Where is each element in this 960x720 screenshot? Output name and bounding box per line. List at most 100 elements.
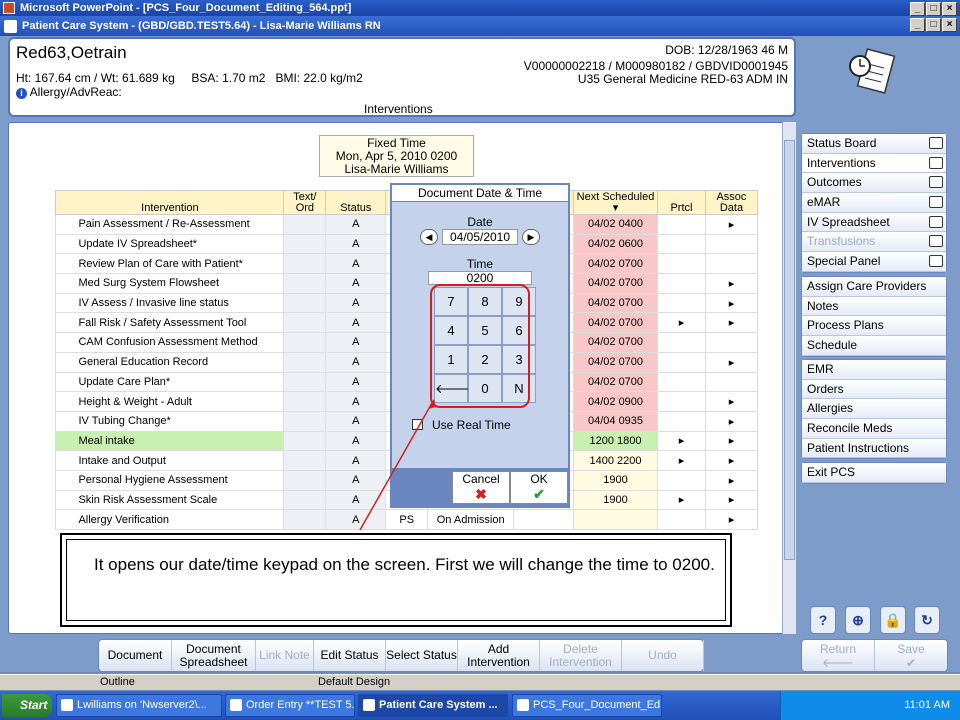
assoc-data-cell[interactable] (704, 253, 759, 275)
col-intervention[interactable]: Intervention (55, 190, 285, 215)
restore-button[interactable]: □ (926, 2, 941, 16)
intervention-name[interactable]: Height & Weight - Adult (55, 391, 285, 412)
intervention-name[interactable]: Med Surg System Flowsheet (55, 273, 285, 294)
info-icon[interactable]: i (16, 88, 27, 99)
intervention-name[interactable]: Personal Hygiene Assessment (55, 469, 285, 491)
prtcl-cell[interactable] (656, 469, 706, 491)
nav-reconcile-meds[interactable]: Reconcile Meds (802, 419, 946, 439)
help-button[interactable]: ? (810, 606, 836, 634)
ok-button[interactable]: OK ✔ (510, 471, 568, 504)
app-close-button[interactable]: × (942, 18, 957, 32)
nav-notes[interactable]: Notes (802, 296, 946, 317)
close-button[interactable]: × (942, 2, 957, 16)
status-cell[interactable]: A (325, 292, 387, 314)
toolbar-undo-button[interactable]: Undo (622, 640, 704, 671)
nav-transfusions[interactable]: Transfusions (802, 232, 946, 253)
start-button[interactable]: Start (2, 694, 52, 717)
nav-schedule[interactable]: Schedule (802, 336, 946, 356)
app-minimize-button[interactable]: _ (910, 18, 925, 32)
assoc-data-cell[interactable]: ▸ (704, 450, 759, 471)
prtcl-cell[interactable]: ▸ (656, 430, 706, 452)
search-globe-button[interactable]: ⊕ (845, 606, 871, 634)
assoc-data-cell[interactable]: ▸ (704, 391, 759, 412)
assoc-data-cell[interactable]: ▸ (704, 273, 759, 294)
assoc-data-cell[interactable] (704, 233, 759, 255)
nav-outcomes[interactable]: Outcomes (802, 173, 946, 194)
nav-orders[interactable]: Orders (802, 379, 946, 400)
assoc-data-cell[interactable]: ▸ (704, 351, 759, 373)
date-prev-button[interactable]: ◀ (420, 229, 438, 245)
assoc-data-cell[interactable]: ▸ (704, 312, 759, 334)
time-input[interactable]: 0200 (428, 271, 532, 285)
nav-emar[interactable]: eMAR (802, 193, 946, 213)
cancel-button[interactable]: Cancel ✖ (452, 471, 510, 504)
prtcl-cell[interactable] (656, 253, 706, 275)
toolbar-add-intervention-button[interactable]: Add Intervention (458, 640, 540, 671)
prtcl-cell[interactable] (656, 509, 706, 530)
toolbar-document-spreadsheet-button[interactable]: Document Spreadsheet (172, 640, 256, 671)
intervention-name[interactable]: Allergy Verification (55, 509, 285, 530)
status-cell[interactable]: A (325, 233, 387, 255)
toolbar-document-button[interactable]: Document (99, 640, 172, 671)
prtcl-cell[interactable] (656, 351, 706, 373)
prtcl-cell[interactable] (656, 371, 706, 393)
refresh-button[interactable]: ↻ (914, 606, 940, 634)
content-scrollbar[interactable] (782, 122, 796, 634)
nav-assign-care-providers[interactable]: Assign Care Providers (802, 277, 946, 297)
nav-special-panel[interactable]: Special Panel (802, 252, 946, 272)
prtcl-cell[interactable]: ▸ (656, 489, 706, 511)
taskbar-task[interactable]: Patient Care System ... (358, 694, 508, 717)
intervention-name[interactable]: Update IV Spreadsheet* (55, 233, 285, 255)
status-cell[interactable]: A (325, 332, 387, 353)
prtcl-cell[interactable]: ▸ (656, 450, 706, 471)
nav-patient-instructions[interactable]: Patient Instructions (802, 438, 946, 459)
nav-process-plans[interactable]: Process Plans (802, 316, 946, 337)
return-button[interactable]: Return 🡐 (802, 640, 875, 671)
assoc-data-cell[interactable] (704, 332, 759, 353)
intervention-name[interactable]: Fall Risk / Safety Assessment Tool (55, 312, 285, 334)
intervention-name[interactable]: Skin Risk Assessment Scale (55, 489, 285, 511)
col-status[interactable]: Status (325, 190, 387, 215)
prtcl-cell[interactable] (656, 391, 706, 412)
status-cell[interactable]: A (325, 312, 387, 334)
toolbar-link-note-button[interactable]: Link Note (256, 640, 314, 671)
col-assoc-data[interactable]: Assoc Data (704, 190, 759, 215)
scrollbar-thumb[interactable] (784, 140, 795, 560)
status-cell[interactable]: A (325, 253, 387, 275)
assoc-data-cell[interactable]: ▸ (704, 489, 759, 511)
assoc-data-cell[interactable]: ▸ (704, 430, 759, 452)
assoc-data-cell[interactable]: ▸ (704, 292, 759, 314)
status-cell[interactable]: A (325, 273, 387, 294)
prtcl-cell[interactable]: ▸ (656, 312, 706, 334)
intervention-name[interactable]: Pain Assessment / Re-Assessment (55, 214, 285, 235)
assoc-data-cell[interactable]: ▸ (704, 469, 759, 491)
date-next-button[interactable]: ▶ (522, 229, 540, 245)
prtcl-cell[interactable] (656, 233, 706, 255)
assoc-data-cell[interactable]: ▸ (704, 214, 759, 235)
nav-exit-pcs[interactable]: Exit PCS (802, 463, 946, 483)
prtcl-cell[interactable] (656, 214, 706, 235)
minimize-button[interactable]: _ (910, 2, 925, 16)
toolbar-delete-intervention-button[interactable]: Delete Intervention (540, 640, 622, 671)
save-button[interactable]: Save ✔ (875, 640, 947, 671)
assoc-data-cell[interactable] (704, 371, 759, 393)
toolbar-edit-status-button[interactable]: Edit Status (314, 640, 386, 671)
assoc-data-cell[interactable]: ▸ (704, 410, 759, 432)
taskbar-task[interactable]: PCS_Four_Document_Ed... (512, 694, 662, 717)
status-cell[interactable]: A (325, 351, 387, 373)
toolbar-select-status-button[interactable]: Select Status (386, 640, 458, 671)
nav-emr[interactable]: EMR (802, 360, 946, 380)
intervention-name[interactable]: Meal intake (55, 430, 285, 452)
status-cell[interactable]: A (325, 214, 387, 235)
status-cell[interactable]: A (325, 371, 387, 393)
date-value[interactable]: 04/05/2010 (442, 229, 518, 245)
taskbar-task[interactable]: Lwilliams on 'Nwserver2\... (56, 694, 222, 717)
prtcl-cell[interactable] (656, 332, 706, 353)
col-text-ord[interactable]: Text/ Ord (283, 190, 327, 215)
intervention-name[interactable]: Review Plan of Care with Patient* (55, 253, 285, 275)
prtcl-cell[interactable] (656, 273, 706, 294)
app-maximize-button[interactable]: □ (926, 18, 941, 32)
assoc-data-cell[interactable]: ▸ (704, 509, 759, 530)
nav-status-board[interactable]: Status Board (802, 134, 946, 154)
col-next-scheduled[interactable]: Next Scheduled ▾ (573, 190, 658, 215)
